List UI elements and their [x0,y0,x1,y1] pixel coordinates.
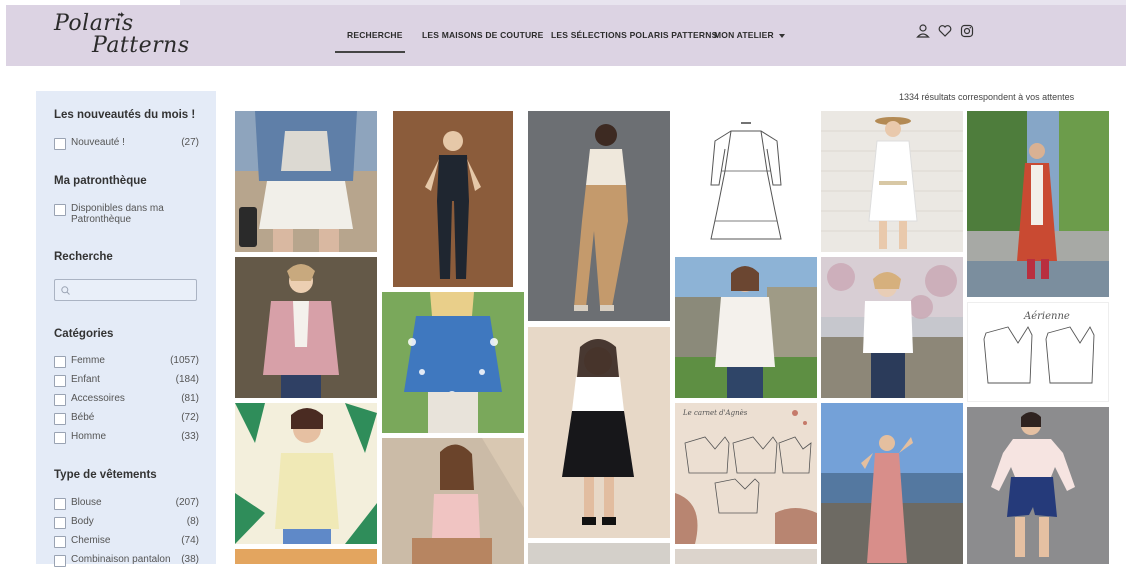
filter-label: Blouse [71,497,102,508]
pattern-card[interactable] [821,111,963,252]
pattern-card[interactable] [393,111,513,287]
filter-title-library: Ma patronthèque [54,175,147,187]
pattern-card[interactable] [528,543,670,564]
filter-count: (33) [181,431,199,442]
pattern-card[interactable] [967,407,1109,564]
brand-logo[interactable]: Polaris ✦ Patterns [54,11,189,63]
nav-mon-atelier[interactable]: MON ATELIER [714,30,785,40]
pattern-card[interactable] [382,292,524,433]
pattern-card[interactable] [821,403,963,564]
brand-line-2: Patterns [92,33,190,58]
filter-title-search: Recherche [54,251,113,263]
filter-title-categories: Catégories [54,328,114,340]
pattern-card[interactable] [821,257,963,398]
filter-count: (27) [181,137,199,148]
checkbox[interactable] [54,432,66,444]
checkbox[interactable] [54,204,66,216]
checkbox[interactable] [54,555,66,567]
filter-count: (8) [186,516,199,527]
pattern-card[interactable] [382,438,524,564]
filter-sidebar: Les nouveautés du mois ! Nouveauté ! (27… [36,91,216,567]
filter-label: Femme [71,355,105,366]
site-header: Polaris ✦ Patterns RECHERCHE LES MAISONS… [6,5,1126,66]
pattern-card[interactable] [235,111,377,252]
checkbox[interactable] [54,375,66,387]
nav-active-indicator [335,51,405,53]
filter-title-new: Les nouveautés du mois ! [54,109,196,121]
checkbox[interactable] [54,536,66,548]
caret-down-icon [778,33,785,38]
filter-count: (207) [175,497,199,508]
pattern-card[interactable] [675,549,817,564]
heart-icon[interactable] [938,24,954,40]
filter-category-accessoires[interactable]: Accessoires (81) [54,393,199,407]
filter-library[interactable]: Disponibles dans ma Patronthèque [54,203,199,229]
checkbox[interactable] [54,517,66,529]
checkbox[interactable] [54,394,66,406]
pattern-card[interactable] [675,257,817,398]
nav-mon-atelier-label: MON ATELIER [714,30,774,40]
checkbox[interactable] [54,413,66,425]
checkbox[interactable] [54,138,66,150]
search-icon [61,286,70,295]
pattern-card[interactable] [967,111,1109,297]
filter-label: Disponibles dans ma Patronthèque [71,203,164,225]
filter-label: Accessoires [71,393,125,404]
filter-label: Homme [71,431,107,442]
filter-search-box[interactable] [54,279,197,301]
filter-search-input[interactable] [75,282,194,300]
filter-label-line-1: Disponibles dans ma [71,203,164,214]
filter-count: (72) [181,412,199,423]
filter-label: Body [71,516,94,527]
filter-count: (184) [175,374,199,385]
nav-selections[interactable]: LES SÉLECTIONS POLARIS PATTERNS [551,30,717,40]
pattern-card[interactable]: Aérienne [967,302,1109,402]
filter-label: Nouveauté ! [71,137,125,148]
filter-count: (38) [181,554,199,565]
filter-category-enfant[interactable]: Enfant (184) [54,374,199,388]
filter-label: Bébé [71,412,95,423]
pattern-card[interactable]: Le carnet d'Agnès [675,403,817,544]
pattern-card[interactable] [235,257,377,398]
filter-type-combinaison-pantalon[interactable]: Combinaison pantalon (38) [54,554,199,568]
filter-category-femme[interactable]: Femme (1057) [54,355,199,369]
filter-label-line-2: Patronthèque [71,214,132,225]
pattern-card[interactable] [235,549,377,564]
filter-label: Enfant [71,374,100,385]
filter-type-chemise[interactable]: Chemise (74) [54,535,199,549]
pattern-card[interactable] [528,327,670,538]
pattern-name: Aérienne [1024,311,1070,322]
filter-new[interactable]: Nouveauté ! (27) [54,137,199,151]
filter-title-types: Type de vêtements [54,469,157,481]
pattern-card[interactable] [528,111,670,321]
sketch-title: Le carnet d'Agnès [683,409,748,417]
filter-count: (1057) [170,355,199,366]
results-count: 1334 résultats correspondent à vos atten… [899,92,1075,102]
filter-category-homme[interactable]: Homme (33) [54,431,199,445]
sparkle-icon: ✦ [118,11,126,21]
nav-recherche[interactable]: RECHERCHE [347,30,403,40]
filter-category-bebe[interactable]: Bébé (72) [54,412,199,426]
filter-count: (74) [181,535,199,546]
checkbox[interactable] [54,356,66,368]
instagram-icon[interactable] [960,24,976,40]
filter-count: (81) [181,393,199,404]
nav-maisons-de-couture[interactable]: LES MAISONS DE COUTURE [422,30,544,40]
user-icon[interactable] [916,24,932,40]
pattern-card[interactable] [675,111,817,254]
filter-label: Combinaison pantalon [71,554,171,565]
pattern-card[interactable] [235,403,377,544]
checkbox[interactable] [54,498,66,510]
filter-type-blouse[interactable]: Blouse (207) [54,497,199,511]
filter-type-body[interactable]: Body (8) [54,516,199,530]
filter-label: Chemise [71,535,111,546]
